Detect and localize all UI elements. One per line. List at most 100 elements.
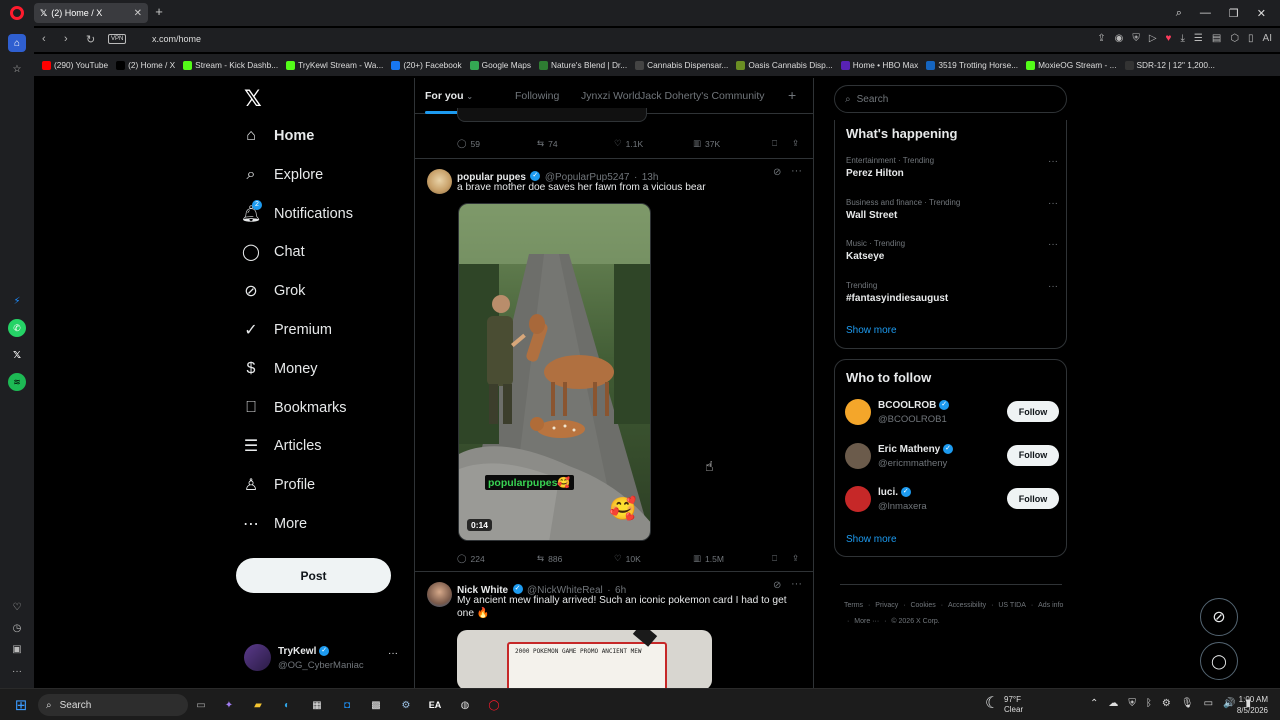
file-explorer-icon[interactable]: ▰ [249,696,267,714]
tab-jack-doherty-community[interactable]: Jack Doherty's Community [640,90,765,102]
nav-item-more[interactable]: ⋯ More [242,515,307,533]
more-sidebar-icon[interactable]: ··· [8,662,26,680]
tab-for-you[interactable]: For you ⌄ [425,90,473,102]
minimize-icon[interactable]: — [1200,7,1211,19]
nav-item-articles[interactable]: ☰ Articles [242,437,322,455]
tab-following[interactable]: Following [515,90,559,102]
account-more-icon[interactable]: ··· [388,648,398,659]
shield-icon[interactable]: ⛨ [1132,33,1140,44]
bookmark-item[interactable]: Nature's Blend | Dr... [539,60,627,70]
windows-start-icon[interactable]: ⊞ [12,696,30,714]
share-icon[interactable]: ⇪ [792,138,799,149]
tray-chevron-icon[interactable]: ⌃ [1090,698,1098,709]
close-tab-icon[interactable]: ✕ [134,8,142,19]
url-field[interactable]: x.com/home [152,34,201,44]
nav-item-premium[interactable]: ✓ Premium [242,321,332,339]
follow-suggestion[interactable]: BCOOLROB ✓ @BCOOLROB1 Follow [845,397,1059,427]
edge-icon[interactable]: ◐ [278,696,296,714]
maximize-icon[interactable]: ❐ [1229,7,1239,20]
trend-more-icon[interactable]: ··· [1048,198,1058,209]
ea-app-icon[interactable]: EA [426,696,444,714]
repost-button[interactable]: ⇆ 886 [537,553,562,564]
steam-icon[interactable]: ⚙ [397,696,415,714]
add-tab-icon[interactable]: + [788,87,796,103]
trend-item[interactable]: Business and finance · Trending Wall Stre… [846,198,1058,221]
share-page-icon[interactable]: ⇪ [1097,33,1105,44]
trend-more-icon[interactable]: ··· [1048,281,1058,292]
trend-more-icon[interactable]: ··· [1048,239,1058,250]
nav-item-notifications[interactable]: 🔔︎ 2 Notifications [241,199,353,223]
vpn-badge[interactable]: VPN [108,34,127,44]
bookmark-item[interactable]: MoxieOG Stream - ... [1026,60,1117,70]
copilot-icon[interactable]: ✦ [220,696,238,714]
taskbar-search[interactable]: ⌕ Search [38,694,188,716]
history-icon[interactable]: ◷ [8,619,26,637]
post-avatar[interactable] [427,169,452,194]
bookmark-post-icon[interactable]: ⎕ [772,138,777,149]
weather-widget[interactable]: 97°F Clear [1004,695,1023,715]
pin-icon[interactable]: ☆ [8,60,26,78]
nav-item-chat[interactable]: ◯ Chat [242,243,305,261]
new-tab-icon[interactable]: + [152,4,166,20]
trend-item[interactable]: Trending #fantasyindiesaugust ··· [846,281,1058,304]
download-icon[interactable]: ⤓ [1180,33,1184,44]
footer-link[interactable]: US TIDA [998,602,1026,609]
follow-button[interactable]: Follow [1007,444,1059,466]
task-view-icon[interactable]: ▭ [192,696,210,714]
bookmark-item[interactable]: 3519 Trotting Horse... [926,60,1018,70]
footer-link[interactable]: Privacy [875,602,898,609]
views-button[interactable]: ▥ 37K [693,138,720,149]
steam-tray-icon[interactable]: ⚙ [1162,698,1171,709]
display-icon[interactable]: ▭ [1204,698,1213,709]
store-icon[interactable]: ▦ [308,696,326,714]
follow-button[interactable]: Follow [1007,401,1059,422]
post-more-icon[interactable]: ··· [791,165,802,177]
browser-tab[interactable]: 𝕏 (2) Home / X ✕ [34,3,148,23]
post-avatar[interactable] [427,582,452,607]
footer-link[interactable]: More ··· [854,618,879,625]
back-icon[interactable]: ‹ [42,33,46,45]
extensions-sidebar-icon[interactable]: ▣ [8,640,26,658]
camera-icon[interactable]: ◉ [1115,33,1124,44]
messages-fab[interactable]: ◯ [1200,642,1238,680]
bookmark-post-icon[interactable]: ⎕ [772,553,777,564]
suggestion-avatar[interactable] [845,486,871,512]
repost-button[interactable]: ⇆ 74 [537,138,558,149]
close-window-icon[interactable]: ✕ [1257,7,1266,20]
trend-more-icon[interactable]: ··· [1048,156,1058,167]
bookmark-item[interactable]: Google Maps [469,60,531,70]
outlook-icon[interactable]: ◘ [338,696,356,714]
like-button[interactable]: ♡ 10K [614,553,641,564]
search-input[interactable]: ⌕ Search [834,85,1067,113]
follow-show-more[interactable]: Show more [846,534,897,545]
footer-link[interactable]: Terms [844,602,863,609]
suggestion-avatar[interactable] [845,442,871,469]
bookmark-item[interactable]: SDR-12 | 12" 1,200... [1124,60,1215,70]
nav-item-bookmarks[interactable]: ⎕ Bookmarks [242,399,346,417]
play-icon[interactable]: ▷ [1149,33,1157,44]
home-sidebar-icon[interactable]: ⌂ [8,34,26,52]
weather-icon[interactable]: ☾ [985,693,999,713]
post-more-icon[interactable]: ··· [791,578,802,590]
nav-item-home[interactable]: ⌂ Home [242,127,314,145]
trend-item[interactable]: Entertainment · Trending Perez Hilton ··· [846,156,1058,179]
clock[interactable]: 1:00 AM 8/5/2026 [1226,694,1268,716]
search-tabs-icon[interactable]: ⌕ [1176,7,1182,20]
follow-suggestion[interactable]: Eric Matheny ✓ @ericmmatheny Follow [845,441,1059,471]
bookmark-item[interactable]: (290) YouTube [42,60,108,70]
nav-item-money[interactable]: $ Money [242,360,318,378]
heart-sidebar-icon[interactable]: ♡ [8,598,26,616]
footer-link[interactable]: Cookies [910,602,935,609]
post-popular-pupes[interactable]: popular pupes ✓ @PopularPup5247 · 13h ⊘ … [415,159,814,572]
spotify-icon[interactable]: ≋ [8,373,26,391]
like-button[interactable]: ♡ 1.1K [614,138,643,149]
wallet-icon[interactable]: ▤ [1212,33,1221,44]
sidebar-toggle-icon[interactable]: ▯ [1248,33,1254,44]
footer-link[interactable]: Ads info [1038,602,1063,609]
bookmark-item[interactable]: Cannabis Dispensar... [635,60,728,70]
mic-icon[interactable]: 🎙 [1181,698,1194,709]
post-image[interactable]: 2000 POKEMON GAME PROMO ANCIENT MEW [457,630,712,688]
nav-item-explore[interactable]: ⌕ Explore [242,166,324,184]
whatsapp-icon[interactable]: ✆ [8,319,26,337]
menu-icon[interactable]: ☰ [1194,33,1203,44]
